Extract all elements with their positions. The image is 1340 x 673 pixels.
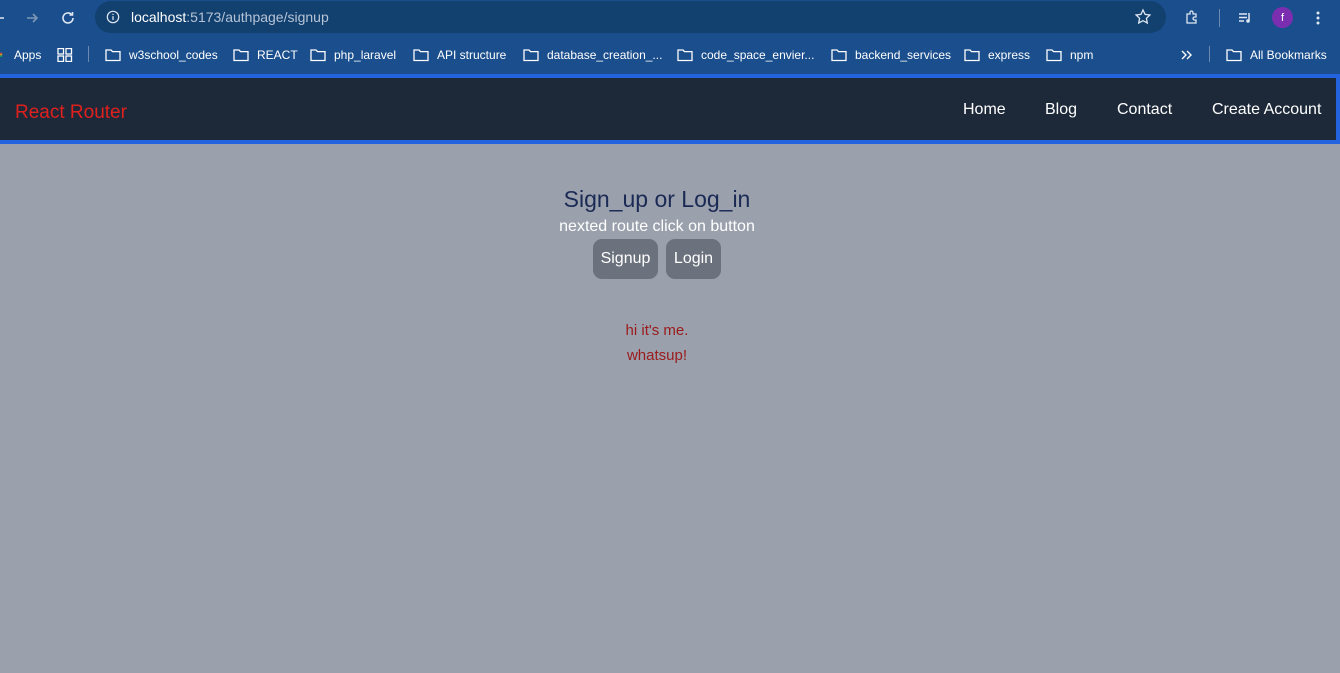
bookmark-divider	[1209, 46, 1210, 62]
forward-icon[interactable]	[18, 4, 46, 32]
address-bar[interactable]: localhost:5173/authpage/signup	[95, 1, 1166, 33]
brand-logo[interactable]: React Router	[15, 102, 127, 124]
login-button[interactable]: Login	[666, 239, 721, 279]
bookmark-apps[interactable]: Apps	[0, 46, 41, 64]
menu-kebab-icon[interactable]	[1304, 4, 1332, 32]
bookmarks-bar: Apps w3school_codes REACT php_laravel AP…	[0, 36, 1340, 74]
bookmark-folder[interactable]: database_creation_...	[523, 46, 662, 64]
bookmark-label: API structure	[437, 48, 507, 62]
folder-icon	[413, 49, 429, 62]
url-host: localhost	[131, 9, 187, 25]
bookmark-label: code_space_envier...	[701, 48, 815, 62]
page-title: Sign_up or Log_in	[563, 186, 751, 212]
tab-groups-icon[interactable]	[57, 46, 73, 64]
bookmark-label: php_laravel	[334, 48, 397, 62]
url-path: :5173/authpage/signup	[186, 9, 329, 25]
message-line: whatsup!	[626, 347, 688, 364]
bookmark-folder[interactable]: API structure	[413, 46, 506, 64]
media-control-icon[interactable]	[1231, 4, 1259, 32]
folder-icon	[831, 49, 847, 62]
bookmark-folder[interactable]: php_laravel	[310, 46, 396, 64]
reload-icon[interactable]	[54, 4, 82, 32]
site-info-icon[interactable]	[103, 7, 123, 27]
url-text: localhost:5173/authpage/signup	[131, 9, 329, 25]
chevron-double-right-icon[interactable]	[1178, 46, 1194, 64]
bookmark-star-icon[interactable]	[1134, 8, 1152, 26]
nav-link-home[interactable]: Home	[963, 101, 1006, 119]
extensions-icon[interactable]	[1178, 4, 1206, 32]
folder-icon	[964, 49, 980, 62]
folder-icon	[233, 49, 249, 62]
profile-avatar[interactable]: f	[1272, 7, 1293, 28]
folder-icon	[523, 49, 539, 62]
bookmark-label: npm	[1070, 48, 1094, 62]
folder-icon	[677, 49, 693, 62]
message-line: hi it's me.	[625, 322, 689, 339]
all-bookmarks[interactable]: All Bookmarks	[1226, 46, 1327, 64]
browser-toolbar: localhost:5173/authpage/signup f	[0, 0, 1340, 36]
bookmark-divider	[88, 46, 89, 62]
bookmark-label: backend_services	[855, 48, 952, 62]
folder-icon	[105, 49, 121, 62]
bookmark-label: database_creation_...	[547, 48, 663, 62]
bookmark-folder[interactable]: backend_services	[831, 46, 951, 64]
nav-link-create-account[interactable]: Create Account	[1212, 101, 1321, 119]
back-icon[interactable]	[0, 4, 14, 32]
nav-link-contact[interactable]: Contact	[1117, 101, 1172, 119]
folder-icon	[1226, 49, 1242, 62]
bookmark-label: w3school_codes	[129, 48, 218, 62]
bookmark-folder[interactable]: REACT	[233, 46, 298, 64]
apps-grid-icon	[0, 52, 3, 57]
all-bookmarks-label: All Bookmarks	[1250, 48, 1327, 62]
folder-icon	[310, 49, 326, 62]
bookmark-folder[interactable]: code_space_envier...	[677, 46, 814, 64]
folder-icon	[1046, 49, 1062, 62]
bookmark-folder[interactable]: express	[964, 46, 1030, 64]
bookmark-label: express	[988, 48, 1031, 62]
nav-link-blog[interactable]: Blog	[1045, 101, 1077, 119]
bookmark-folder[interactable]: npm	[1046, 46, 1093, 64]
signup-button[interactable]: Signup	[593, 239, 658, 279]
page-subtitle: nexted route click on button	[559, 218, 755, 235]
bookmark-apps-label: Apps	[14, 48, 42, 62]
bookmark-folder[interactable]: w3school_codes	[105, 46, 218, 64]
toolbar-divider	[1219, 9, 1220, 27]
bookmark-label: REACT	[257, 48, 298, 62]
app-navbar: React Router Home Blog Contact Create Ac…	[0, 74, 1340, 144]
